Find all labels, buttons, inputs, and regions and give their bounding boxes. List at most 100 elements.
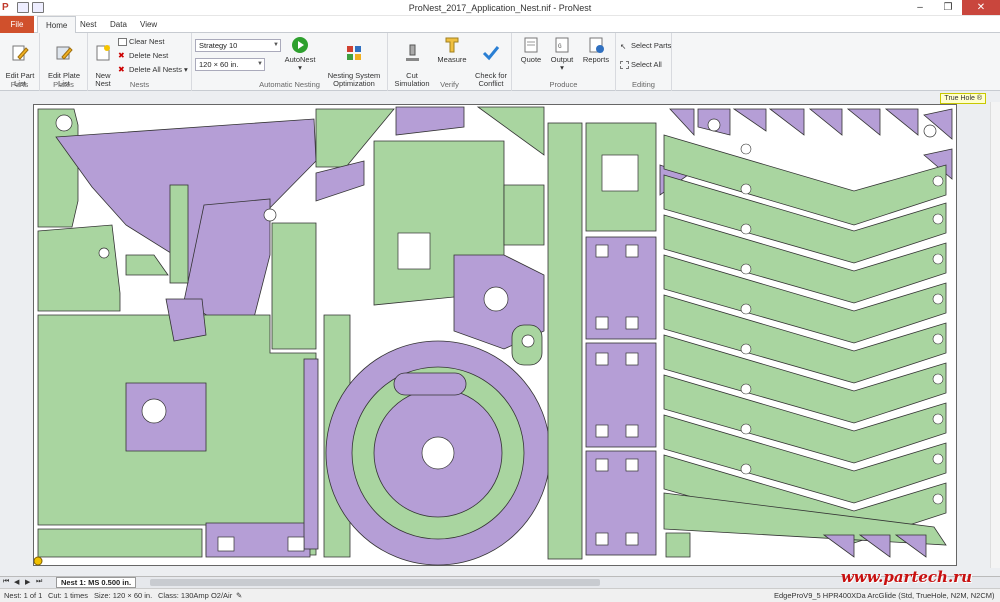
vertical-scrollbar[interactable] [990, 102, 1000, 568]
part-hole [740, 343, 752, 355]
minimize-button[interactable]: – [906, 0, 934, 15]
nest-tab[interactable]: Nest 1: MS 0.500 in. [56, 577, 137, 588]
svg-text:G: G [558, 43, 562, 50]
select-parts-button[interactable]: ↖ Select Parts [620, 41, 671, 52]
chevron-down-icon: ▼ [273, 42, 279, 48]
autonest-button[interactable]: AutoNest ▾ [282, 36, 318, 72]
part-hole [740, 143, 752, 155]
part-hole [932, 333, 944, 345]
delete-nest-icon: ✖ [118, 51, 125, 61]
nest-part[interactable] [547, 122, 583, 560]
nest-part[interactable] [303, 358, 319, 550]
group-plates: Edit Plate List Plates [40, 33, 88, 91]
tab-home[interactable]: Home [37, 16, 77, 34]
nest-part[interactable] [395, 106, 465, 136]
part-hole [740, 463, 752, 475]
part-hole [932, 453, 944, 465]
nest-part[interactable] [503, 184, 545, 246]
status-edit-icon[interactable]: ✎ [236, 589, 242, 602]
nest-part[interactable] [271, 222, 317, 350]
plate-origin-icon [33, 556, 43, 566]
part-cutout [595, 244, 609, 258]
select-all-button[interactable]: Select All [620, 60, 662, 70]
part-cutout [625, 244, 639, 258]
status-size: Size: 120 × 60 in. [94, 591, 153, 600]
part-cutout [595, 532, 609, 546]
quote-icon [524, 37, 538, 53]
watermark: www.partech.ru [840, 568, 972, 586]
measure-icon [445, 37, 459, 53]
clear-nest-button[interactable]: Clear Nest [118, 37, 164, 47]
reports-icon [589, 37, 604, 53]
nest-part[interactable] [732, 108, 767, 132]
part-cutout [625, 352, 639, 366]
cursor-icon: ↖ [620, 42, 627, 52]
nest-part[interactable] [822, 534, 855, 558]
prev-nest-icon[interactable]: ◀ [14, 578, 19, 586]
tab-nest[interactable]: Nest [72, 16, 104, 33]
nest-part[interactable] [884, 108, 919, 136]
window-title: ProNest_2017_Application_Nest.nif - ProN… [408, 3, 592, 13]
edit-plate-list-icon [56, 46, 73, 60]
horizontal-scrollbar[interactable] [150, 579, 600, 586]
nest-part[interactable] [125, 382, 207, 452]
plate-canvas[interactable] [33, 104, 957, 566]
part-cutout [625, 424, 639, 438]
nest-part[interactable] [669, 108, 695, 137]
part-hole [483, 286, 509, 312]
new-nest-icon [96, 45, 110, 61]
nest-part[interactable] [846, 108, 881, 136]
plate-size-select[interactable]: 120 × 60 in. ▼ [195, 58, 265, 71]
group-nests: New Nest Clear Nest ✖ Delete Nest ✖ Delete… [88, 33, 192, 91]
next-nest-icon[interactable]: ▶ [25, 578, 30, 586]
nest-part[interactable] [393, 372, 467, 396]
part-hole [740, 303, 752, 315]
measure-button[interactable]: Measure [436, 36, 468, 64]
close-button[interactable]: ✕ [962, 0, 1000, 15]
last-nest-icon[interactable]: ⏭ [36, 578, 42, 586]
nest-part[interactable] [858, 534, 891, 558]
nest-part[interactable] [37, 224, 121, 312]
nest-part[interactable] [125, 254, 169, 276]
edit-part-list-icon [12, 45, 29, 61]
delete-nest-button[interactable]: ✖ Delete Nest [118, 51, 168, 60]
output-icon: G [555, 37, 569, 53]
ribbon: Edit Part List Parts Edit Plate List Pla… [0, 33, 1000, 91]
part-hole [932, 413, 944, 425]
part-hole [932, 373, 944, 385]
part-hole [141, 398, 167, 424]
status-class: Class: 130Amp O2/Air [158, 591, 233, 600]
part-cutout [397, 232, 431, 270]
part-cutout [625, 458, 639, 472]
part-hole [98, 247, 110, 259]
first-nest-icon[interactable]: ⏮ [3, 578, 9, 586]
true-hole-badge: True Hole ® [940, 93, 986, 104]
part-hole [932, 293, 944, 305]
status-machine: EdgeProV9_5 HPR400XDa ArcGlide (Std, Tru… [774, 591, 995, 600]
tab-data[interactable]: Data [102, 16, 135, 33]
nest-part[interactable] [665, 532, 691, 558]
group-produce: Quote G Output ▾ Reports Produce [512, 33, 616, 91]
restore-button[interactable]: ❐ [934, 0, 962, 15]
part-hole [740, 183, 752, 195]
strategy-select[interactable]: Strategy 10 ▼ [195, 39, 281, 52]
part-hole [740, 263, 752, 275]
part-hole [55, 114, 73, 132]
part-cutout [595, 458, 609, 472]
nest-part[interactable] [169, 184, 189, 284]
tab-view[interactable]: View [132, 16, 165, 33]
tab-file[interactable]: File [0, 16, 34, 33]
part-hole [521, 334, 535, 348]
nest-part[interactable] [808, 108, 843, 136]
clear-nest-icon [118, 38, 127, 47]
nest-part[interactable] [768, 108, 805, 136]
reports-button[interactable]: Reports [580, 36, 612, 64]
delete-all-nests-button[interactable]: ✖ Delete All Nests ▾ [118, 65, 188, 74]
nest-drawing[interactable] [33, 105, 958, 567]
nest-part[interactable] [894, 534, 927, 558]
part-hole [740, 423, 752, 435]
part-cutout [625, 316, 639, 330]
output-button[interactable]: G Output ▾ [548, 36, 576, 72]
nest-part[interactable] [37, 528, 203, 558]
quote-button[interactable]: Quote [518, 36, 544, 64]
